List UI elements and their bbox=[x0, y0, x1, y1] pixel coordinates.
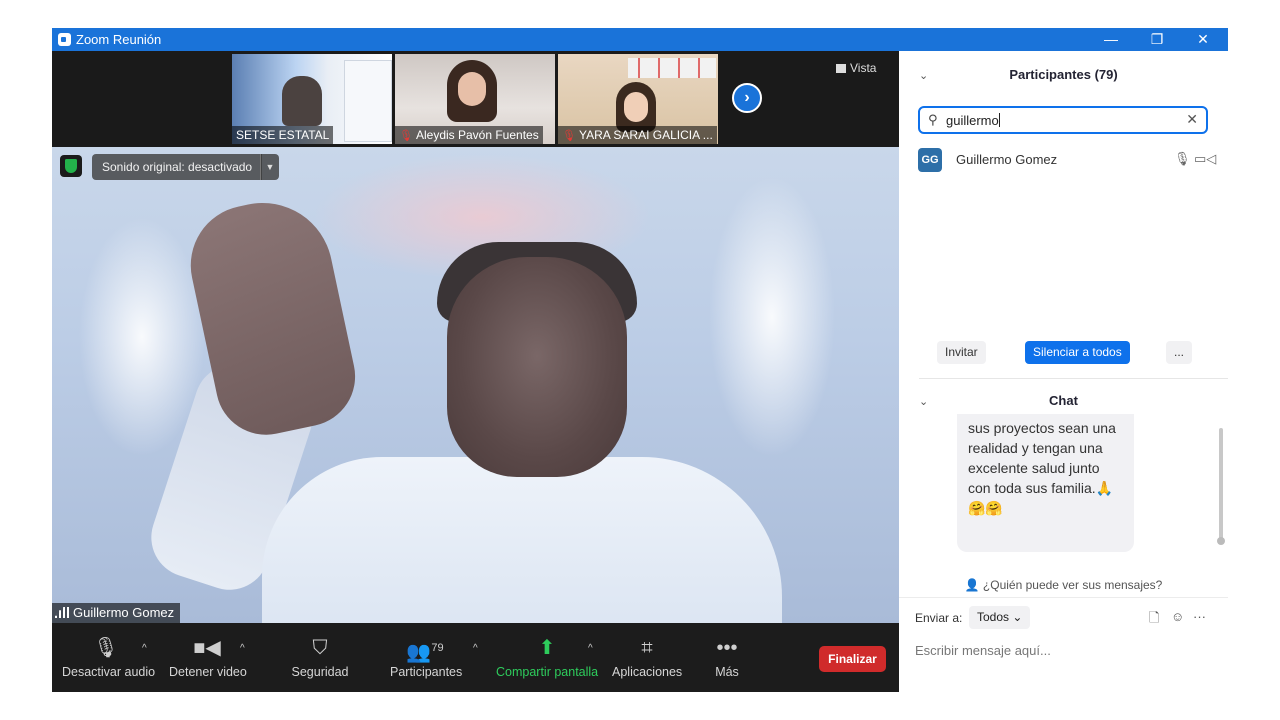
original-sound-dropdown[interactable]: ▼ bbox=[260, 154, 279, 180]
participant-thumbnail[interactable]: 🎙 YARA SARAI GALICIA ... bbox=[558, 54, 718, 144]
more-dots-icon: ••• bbox=[716, 637, 738, 659]
video-options-caret[interactable]: ^ bbox=[240, 643, 245, 654]
active-speaker-video: Sonido original: desactivado ▼ Guillermo… bbox=[52, 147, 899, 623]
muted-mic-icon: 🎙 bbox=[562, 130, 576, 142]
signal-strength-icon bbox=[55, 607, 69, 618]
chat-message-line: excelente salud junto bbox=[968, 460, 1100, 476]
apps-button[interactable]: ⌗ Aplicaciones bbox=[612, 637, 682, 679]
video-thumbnail-person bbox=[616, 82, 656, 132]
participant-thumbnail[interactable]: SETSE ESTATAL bbox=[232, 54, 392, 144]
avatar: GG bbox=[918, 148, 942, 172]
person-eye-icon: 👤 bbox=[964, 578, 980, 592]
shared-screen-preview bbox=[344, 60, 392, 142]
file-icon[interactable]: 🗋 bbox=[1149, 609, 1159, 631]
participants-more-button[interactable]: ... bbox=[1166, 341, 1193, 364]
window-title: Zoom Reunión bbox=[76, 32, 162, 47]
video-camera-icon[interactable]: ▭◁ bbox=[1194, 151, 1216, 167]
meeting-area: SETSE ESTATAL 🎙 Aleydis Pavón Fuentes 🎙 YA… bbox=[52, 51, 899, 692]
grid-view-icon bbox=[836, 64, 846, 73]
send-to-dropdown[interactable]: Todos ⌄ bbox=[969, 606, 1031, 629]
side-panel: ⌄ Participantes (79) ⚲ guillermo ✕ GG Gu… bbox=[899, 51, 1228, 692]
apps-icon: ⌗ bbox=[641, 637, 653, 659]
minimize-button[interactable]: — bbox=[1088, 28, 1134, 51]
speaker-name-label: Guillermo Gomez bbox=[52, 603, 181, 623]
invite-button[interactable]: Invitar bbox=[937, 341, 986, 364]
participant-name: Guillermo Gomez bbox=[956, 152, 1058, 167]
thumbnail-strip: SETSE ESTATAL 🎙 Aleydis Pavón Fuentes 🎙 YA… bbox=[52, 51, 899, 147]
thumbnail-name: 🎙 YARA SARAI GALICIA ... bbox=[558, 126, 717, 144]
share-options-caret[interactable]: ^ bbox=[588, 643, 593, 654]
chat-more-icon[interactable]: ··· bbox=[1193, 609, 1206, 624]
zoom-app-icon bbox=[58, 33, 71, 46]
search-icon: ⚲ bbox=[928, 112, 938, 127]
who-can-see-link[interactable]: 👤 ¿Quién puede ver sus mensajes? bbox=[899, 578, 1228, 592]
chat-message-input[interactable]: Escribir mensaje aquí... bbox=[915, 643, 1051, 658]
chat-message-line: con toda sus familia. bbox=[968, 480, 1096, 496]
emoji-icon[interactable]: ☺ bbox=[1171, 609, 1184, 624]
end-meeting-button[interactable]: Finalizar bbox=[819, 646, 886, 672]
security-button[interactable]: ⛉ Seguridad bbox=[290, 637, 350, 679]
chat-message-bubble: sus proyectos sean una realidad y tengan… bbox=[957, 414, 1134, 552]
chat-emoji-line: 🤗🤗 bbox=[968, 500, 1003, 516]
participants-title: Participantes (79) bbox=[1009, 67, 1118, 82]
muted-mic-icon: 🎙 bbox=[399, 130, 413, 142]
panel-divider bbox=[919, 378, 1228, 379]
chevron-right-icon: › bbox=[744, 89, 750, 106]
thumbnail-name: 🎙 Aleydis Pavón Fuentes bbox=[395, 126, 543, 144]
restore-button[interactable]: ❐ bbox=[1134, 28, 1180, 51]
participant-thumbnail[interactable]: 🎙 Aleydis Pavón Fuentes bbox=[395, 54, 555, 144]
chevron-down-icon: ▼ bbox=[265, 162, 275, 172]
chat-scroll-handle[interactable] bbox=[1217, 537, 1225, 545]
participants-options-caret[interactable]: ^ bbox=[473, 643, 478, 654]
chat-message-line: sus proyectos sean una bbox=[968, 420, 1116, 436]
meeting-toolbar: 🎙 Desactivar audio ^ ■◀ Detener video ^ ⛉ S… bbox=[52, 623, 899, 692]
encryption-shield-icon[interactable] bbox=[60, 155, 82, 177]
chevron-down-icon: ⌄ bbox=[1012, 610, 1023, 624]
more-button[interactable]: ••• Más bbox=[712, 637, 742, 679]
mute-audio-button[interactable]: 🎙 Desactivar audio bbox=[62, 637, 155, 679]
chat-title: Chat bbox=[1049, 393, 1078, 408]
video-shirt bbox=[262, 457, 782, 623]
participants-icon: 👥79 bbox=[406, 641, 444, 664]
participants-button[interactable]: 👥79 Participantes bbox=[390, 637, 462, 679]
video-thumbnail-person bbox=[282, 76, 322, 126]
send-to-label: Enviar a: bbox=[915, 611, 963, 625]
praying-hands-icon: 🙏 bbox=[1095, 480, 1114, 496]
close-button[interactable]: ✕ bbox=[1180, 28, 1226, 51]
video-camera-icon: ■◀ bbox=[193, 637, 221, 659]
next-page-button[interactable]: › bbox=[732, 83, 762, 113]
view-button[interactable]: Vista bbox=[836, 61, 876, 75]
mute-all-button[interactable]: Silenciar a todos bbox=[1025, 341, 1130, 364]
zoom-window: Zoom Reunión — ❐ ✕ SETSE ESTATAL 🎙 Aleydi… bbox=[52, 28, 1228, 692]
original-sound-toggle[interactable]: Sonido original: desactivado bbox=[92, 154, 263, 180]
title-bar: Zoom Reunión — ❐ ✕ bbox=[52, 28, 1228, 51]
microphone-icon: 🎙 bbox=[93, 637, 119, 659]
chat-scrollbar[interactable] bbox=[1219, 428, 1223, 541]
clear-search-icon[interactable]: ✕ bbox=[1186, 111, 1198, 128]
video-face bbox=[447, 257, 627, 477]
stop-video-button[interactable]: ■◀ Detener video bbox=[169, 637, 247, 679]
chat-message-line: realidad y tengan una bbox=[968, 440, 1103, 456]
thumbnail-name: SETSE ESTATAL bbox=[232, 126, 334, 144]
search-value: guillermo bbox=[946, 113, 999, 128]
participant-row[interactable]: GG Guillermo Gomez 🎙 ▭◁ bbox=[918, 148, 1216, 172]
microphone-icon[interactable]: 🎙 bbox=[1174, 151, 1191, 167]
shield-icon: ⛉ bbox=[312, 637, 328, 659]
share-arrow-icon: ⬆ bbox=[538, 637, 556, 659]
participant-search-input[interactable]: ⚲ guillermo ✕ bbox=[918, 106, 1208, 134]
audio-options-caret[interactable]: ^ bbox=[142, 643, 147, 654]
video-thumbnail-person bbox=[447, 60, 497, 122]
background-decoration bbox=[628, 58, 716, 78]
chat-separator bbox=[899, 597, 1228, 598]
share-screen-button[interactable]: ⬆ Compartir pantalla bbox=[496, 637, 598, 679]
